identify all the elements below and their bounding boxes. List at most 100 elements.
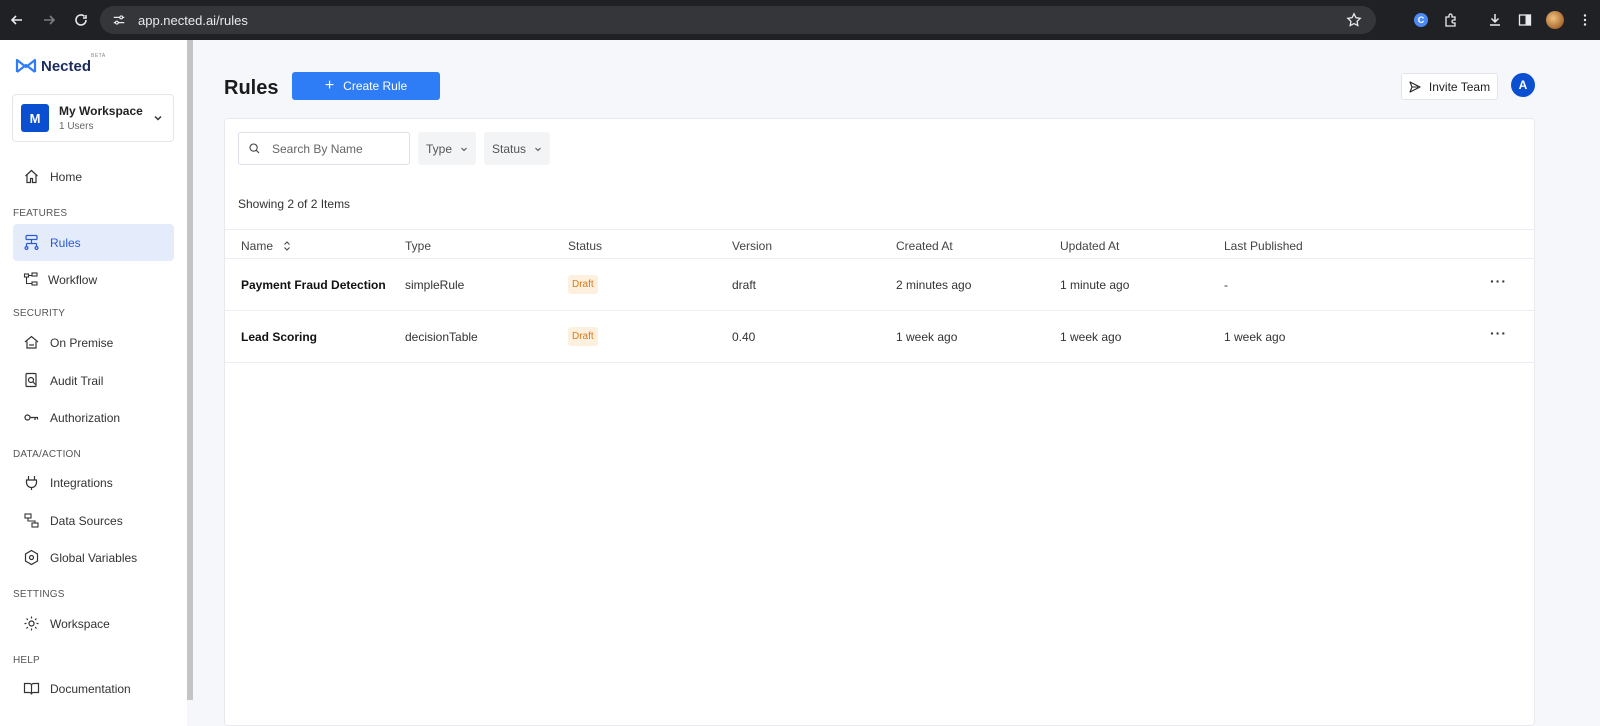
extensions-button[interactable] bbox=[1436, 5, 1466, 35]
sidebar-scrollbar[interactable] bbox=[187, 40, 193, 700]
browser-menu-button[interactable] bbox=[1570, 5, 1600, 35]
side-panel-button[interactable] bbox=[1510, 5, 1540, 35]
sidebar-item-data-sources[interactable]: Data Sources bbox=[13, 502, 174, 539]
brand-logo[interactable]: Nected BETA bbox=[15, 53, 105, 75]
rule-created-at: 2 minutes ago bbox=[896, 278, 972, 292]
column-header-updated-at: Updated At bbox=[1060, 239, 1120, 253]
column-header-name[interactable]: Name bbox=[241, 239, 291, 253]
rule-version: draft bbox=[732, 278, 757, 292]
sidebar-item-label: Documentation bbox=[50, 681, 131, 696]
column-header-created-at: Created At bbox=[896, 239, 953, 253]
create-rule-label: Create Rule bbox=[343, 79, 408, 93]
key-icon bbox=[23, 409, 40, 426]
user-avatar[interactable]: A bbox=[1511, 73, 1535, 97]
chevron-down-icon bbox=[154, 115, 162, 121]
nected-logo-icon bbox=[15, 58, 37, 73]
sidebar-item-global-variables[interactable]: Global Variables bbox=[13, 539, 174, 576]
sidebar-item-rules[interactable]: Rules bbox=[13, 224, 174, 261]
on-premise-icon bbox=[23, 334, 40, 351]
browser-toolbar: app.nected.ai/rules C bbox=[0, 0, 1600, 40]
rule-version: 0.40 bbox=[732, 330, 756, 344]
plus-icon: + bbox=[324, 77, 335, 94]
table-row[interactable]: Lead Scoring decisionTable Draft 0.40 1 … bbox=[225, 311, 1534, 363]
rule-updated-at: 1 week ago bbox=[1060, 330, 1122, 344]
status-badge: Draft bbox=[568, 275, 598, 294]
rule-created-at: 1 week ago bbox=[896, 330, 958, 344]
sidebar-item-label: Workflow bbox=[48, 272, 98, 287]
sidebar-item-label: Rules bbox=[50, 235, 81, 250]
type-filter-label: Type bbox=[426, 141, 453, 156]
chevron-down-icon bbox=[535, 147, 541, 151]
sidebar-item-workspace[interactable]: Workspace bbox=[13, 605, 174, 642]
status-filter[interactable]: Status bbox=[484, 132, 550, 165]
status-filter-label: Status bbox=[492, 141, 527, 156]
forward-button[interactable] bbox=[34, 5, 64, 35]
brand-name: Nected bbox=[41, 57, 92, 75]
profile-button[interactable] bbox=[1540, 5, 1570, 35]
plug-icon bbox=[23, 474, 40, 491]
sidebar-item-label: On Premise bbox=[50, 335, 114, 350]
search-box[interactable] bbox=[238, 132, 410, 165]
sidebar-item-label: Home bbox=[50, 169, 83, 184]
rule-name[interactable]: Lead Scoring bbox=[241, 330, 317, 344]
workspace-avatar: M bbox=[21, 104, 49, 132]
audit-trail-icon bbox=[23, 372, 40, 389]
bookmark-star-icon[interactable] bbox=[1346, 12, 1362, 28]
download-icon bbox=[1490, 14, 1500, 26]
sidebar-item-authorization[interactable]: Authorization bbox=[13, 399, 174, 436]
rule-type: simpleRule bbox=[405, 278, 465, 292]
search-input[interactable] bbox=[272, 141, 402, 156]
rules-list-card: Type Status Showing 2 of 2 Items Name Ty… bbox=[224, 118, 1535, 726]
page-title: Rules bbox=[224, 77, 279, 99]
sidebar-item-label: Authorization bbox=[50, 410, 121, 425]
table-row[interactable]: Payment Fraud Detection simpleRule Draft… bbox=[225, 259, 1534, 311]
rule-updated-at: 1 minute ago bbox=[1060, 278, 1130, 292]
extension-c-icon: C bbox=[1414, 13, 1428, 27]
section-label-help: HELP bbox=[13, 655, 40, 666]
chevron-down-icon bbox=[461, 147, 467, 151]
row-more-icon[interactable]: ··· bbox=[1490, 273, 1507, 289]
sidebar-item-home[interactable]: Home bbox=[13, 158, 174, 195]
sidebar-item-integrations[interactable]: Integrations bbox=[13, 464, 174, 501]
rule-name[interactable]: Payment Fraud Detection bbox=[241, 278, 386, 292]
arrow-left-icon bbox=[10, 15, 22, 25]
column-header-type: Type bbox=[405, 239, 432, 253]
column-header-last-published: Last Published bbox=[1224, 239, 1303, 253]
rule-last-published: 1 week ago bbox=[1224, 330, 1286, 344]
rules-icon bbox=[23, 234, 40, 251]
back-button[interactable] bbox=[2, 5, 32, 35]
site-settings-icon[interactable] bbox=[112, 12, 128, 28]
sidebar-item-workflow[interactable]: Workflow bbox=[13, 261, 174, 298]
reload-button[interactable] bbox=[66, 5, 96, 35]
invite-team-label: Invite Team bbox=[1428, 79, 1491, 94]
row-more-icon[interactable]: ··· bbox=[1490, 325, 1507, 341]
sidebar-item-label: Global Variables bbox=[50, 550, 138, 565]
extension-c-button[interactable]: C bbox=[1406, 5, 1436, 35]
sidebar-item-on-premise[interactable]: On Premise bbox=[13, 324, 174, 361]
beta-tag: BETA bbox=[91, 53, 106, 59]
sort-icon[interactable] bbox=[283, 240, 291, 252]
address-url[interactable]: app.nected.ai/rules bbox=[138, 13, 248, 28]
downloads-button[interactable] bbox=[1480, 5, 1510, 35]
items-count: Showing 2 of 2 Items bbox=[238, 197, 351, 211]
sidebar-item-audit-trail[interactable]: Audit Trail bbox=[13, 362, 174, 399]
data-sources-icon bbox=[23, 512, 40, 529]
global-variables-icon bbox=[23, 549, 40, 566]
send-icon bbox=[1409, 80, 1421, 93]
sidebar-item-label: Audit Trail bbox=[50, 373, 104, 388]
column-name-label: Name bbox=[241, 239, 274, 253]
sidebar-item-label: Data Sources bbox=[50, 513, 123, 528]
address-bar[interactable]: app.nected.ai/rules bbox=[100, 6, 1376, 34]
type-filter[interactable]: Type bbox=[418, 132, 476, 165]
create-rule-button[interactable]: + Create Rule bbox=[292, 72, 440, 100]
column-header-status: Status bbox=[568, 239, 603, 253]
column-header-version: Version bbox=[732, 239, 773, 253]
table-header: Name Type Status Version Created At Upda… bbox=[225, 229, 1534, 259]
sidebar-item-documentation[interactable]: Documentation bbox=[13, 670, 174, 707]
invite-team-button[interactable]: Invite Team bbox=[1401, 73, 1498, 100]
home-icon bbox=[23, 168, 40, 185]
section-label-settings: SETTINGS bbox=[13, 589, 65, 600]
workspace-switcher[interactable]: M My Workspace 1 Users bbox=[12, 94, 174, 142]
puzzle-icon bbox=[1445, 13, 1456, 27]
rule-last-published: - bbox=[1224, 278, 1228, 292]
